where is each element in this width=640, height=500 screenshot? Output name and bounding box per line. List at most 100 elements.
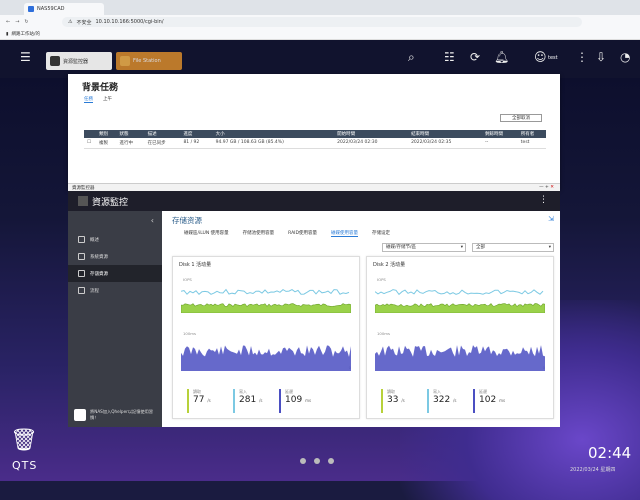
tab-volume[interactable]: 磁碟區/iLUN 使用容量	[184, 230, 229, 237]
more-icon[interactable]: ⋮	[576, 50, 588, 64]
desktop-page-dots[interactable]	[300, 458, 334, 464]
table-header: 類別 狀態 描述 進度 大小 開始時間 結束時間 剩餘時間 所有者	[84, 130, 546, 138]
qts-logo: QTS	[12, 459, 38, 472]
iops-chart	[375, 289, 545, 313]
cell-start: 2022/03/24 02:30	[334, 138, 409, 149]
disk2-panel: Disk 2 活动量 IOPS 0 100ms 0 讀取33 /s 寫入322 …	[366, 256, 554, 419]
bell-icon[interactable]: 🔔︎	[494, 50, 509, 64]
select-value: 磁碟/存储节/區	[386, 245, 417, 250]
table-row[interactable]: ☐ 複製 進行中 在已同步 81 / 92 94.97 GB / 108.63 …	[84, 138, 546, 149]
monitor-app-icon	[50, 56, 60, 66]
stat-unit: /s	[401, 398, 405, 403]
sidebar-label: 概述	[90, 237, 99, 243]
col-check	[84, 130, 97, 138]
iops-label: IOPS	[377, 277, 386, 282]
cell-progress: 81 / 92	[180, 138, 213, 149]
bookmark-item[interactable]: 網路工作站/的	[11, 31, 40, 37]
user-name[interactable]: test	[548, 55, 558, 61]
url-text: 10.10.10.166:5000/cgi-bin/	[95, 19, 164, 25]
stat-read: 讀取 33 /s	[381, 389, 423, 413]
tab-title: NAS59CAD	[37, 6, 65, 12]
sidebar-item-system[interactable]: 系統資源	[68, 248, 162, 265]
search-icon[interactable]: ⌕	[408, 50, 415, 65]
app2-label: File Station	[133, 58, 161, 64]
stat-latency: 延遲 109 ms	[279, 389, 321, 413]
dot-icon[interactable]	[328, 458, 334, 464]
sidebar-item-overview[interactable]: 概述	[68, 231, 162, 248]
trash-icon[interactable]: 🗑︎	[10, 428, 38, 453]
collapse-icon[interactable]: ‹	[68, 211, 162, 231]
col-status: 狀態	[116, 130, 145, 138]
tab-tasks[interactable]: 任務	[84, 96, 93, 103]
rm-logo-icon	[78, 196, 88, 206]
storage-icon	[78, 270, 85, 277]
download-icon[interactable]: ⇩	[596, 50, 606, 64]
rm-window-bar[interactable]: 資源監控器 — + ✕	[68, 183, 560, 191]
cell-type: 複製	[96, 138, 117, 149]
browser-tab[interactable]: NAS59CAD	[24, 3, 104, 15]
tab-settings[interactable]: 存储设定	[372, 230, 390, 237]
system-icon	[78, 253, 85, 260]
maximize-icon[interactable]: +	[545, 185, 549, 190]
cell-size: 94.97 GB / 108.63 GB (85.4%)	[212, 138, 335, 149]
menu-icon[interactable]: ☰	[20, 50, 31, 64]
cell-end: 2022/03/24 02:35	[408, 138, 482, 149]
forward-icon[interactable]: →	[15, 19, 19, 25]
sidebar-label: 流程	[90, 288, 99, 294]
disk-select[interactable]: 磁碟/存储节/區 ▾	[382, 243, 466, 252]
dot-icon[interactable]	[300, 458, 306, 464]
stat-read: 讀取 77 /s	[187, 389, 229, 413]
minimize-icon[interactable]: —	[539, 185, 544, 190]
latency-chart	[181, 345, 351, 371]
latency-label: 100ms	[183, 331, 196, 336]
dot-icon[interactable]	[314, 458, 320, 464]
chevron-down-icon: ▾	[548, 245, 551, 250]
cell-owner: test	[517, 138, 546, 149]
export-icon[interactable]: ⇲	[548, 215, 554, 223]
close-icon[interactable]: ✕	[550, 185, 554, 190]
disk1-panel: Disk 1 活动量 IOPS 0 100ms 0 讀取77 /s 寫入281 …	[172, 256, 360, 419]
kebab-icon[interactable]: ⋮	[539, 195, 548, 205]
row-checkbox[interactable]: ☐	[84, 138, 97, 149]
col-size: 大小	[212, 130, 335, 138]
rm-title: 資源監控	[92, 197, 129, 208]
stat-value: 281	[239, 395, 257, 405]
sync-icon[interactable]: ⟳	[470, 50, 480, 64]
sidebar-label: 系統資源	[90, 254, 108, 260]
qhelper-text: 將NAS加入Qhelper以記憶使用習慣！	[90, 409, 153, 420]
panel-title: Disk 1 活动量	[179, 262, 212, 268]
url-field[interactable]: ⚠ 不安全 10.10.10.166:5000/cgi-bin/	[62, 17, 582, 27]
task-icon[interactable]: ☷	[444, 50, 455, 64]
tab-pool[interactable]: 存储池使用容量	[243, 230, 275, 237]
stat-write: 寫入 281 /s	[233, 389, 275, 413]
overview-icon	[78, 236, 85, 243]
stat-value: 322	[433, 395, 451, 405]
stat-unit: /s	[453, 398, 457, 403]
filter-select[interactable]: 全部 ▾	[472, 243, 554, 252]
taskbar-file-station[interactable]: File Station	[116, 52, 182, 70]
dashboard-icon[interactable]: ◔	[620, 50, 630, 64]
taskbar-resource-monitor[interactable]: 資源監控器	[46, 52, 112, 70]
iops-label: IOPS	[183, 277, 192, 282]
sidebar-item-storage[interactable]: 存儲資源	[68, 265, 162, 282]
user-icon[interactable]: ☺	[534, 50, 547, 64]
bg-title: 背景任務	[82, 83, 119, 93]
tab-disk[interactable]: 磁碟使用容量	[330, 230, 358, 237]
reload-icon[interactable]: ↻	[24, 19, 28, 25]
qhelper-promo[interactable]: 將NAS加入Qhelper以記憶使用習慣！	[74, 409, 158, 421]
latency-label: 100ms	[377, 331, 390, 336]
col-owner: 所有者	[517, 130, 546, 138]
window-controls: — + ✕	[539, 185, 554, 190]
cell-desc: 在已同步	[144, 138, 181, 149]
tab-raid[interactable]: RAID使用容量	[288, 230, 317, 237]
tab-schedule[interactable]: 上午	[103, 96, 112, 103]
stat-value: 102	[479, 395, 497, 405]
cell-remaining: --	[481, 138, 518, 149]
cell-status: 進行中	[116, 138, 145, 149]
cancel-all-button[interactable]: 全部取消	[500, 114, 542, 122]
background-tasks-window: 背景任務 任務 上午 全部取消 類別 狀態 描述 進度 大小 開始時間 結束時間…	[68, 74, 560, 190]
stat-unit: ms	[305, 398, 312, 403]
back-icon[interactable]: ←	[6, 19, 10, 25]
app1-label: 資源監控器	[63, 58, 89, 65]
sidebar-item-process[interactable]: 流程	[68, 282, 162, 299]
